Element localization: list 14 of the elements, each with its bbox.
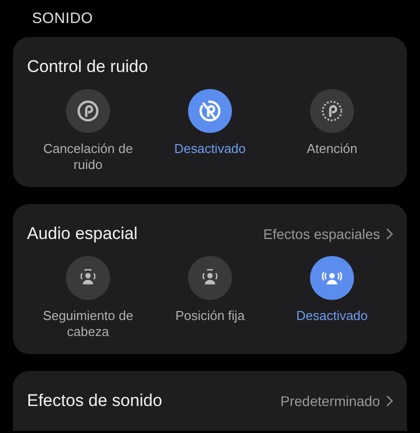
link-button[interactable]: Efectos espaciales (263, 226, 393, 242)
chevron-icon (386, 395, 393, 407)
link-button[interactable]: Predeterminado (280, 393, 393, 409)
option-button[interactable]: Atención (274, 89, 390, 157)
option-button[interactable]: Cancelación de ruido (30, 89, 146, 173)
card-title: Audio espacial (27, 224, 138, 244)
option-button[interactable]: Desactivado (274, 256, 390, 324)
section-title: SONIDO (31, 9, 94, 29)
card-title: Efectos de sonido (27, 391, 162, 411)
option-button[interactable]: Desactivado (152, 89, 268, 157)
option-button[interactable]: Posición fija (152, 256, 268, 324)
option-button[interactable]: Seguimiento de cabeza (30, 256, 146, 340)
chevron-icon (386, 228, 393, 240)
card-title: Control de ruido (27, 57, 148, 77)
